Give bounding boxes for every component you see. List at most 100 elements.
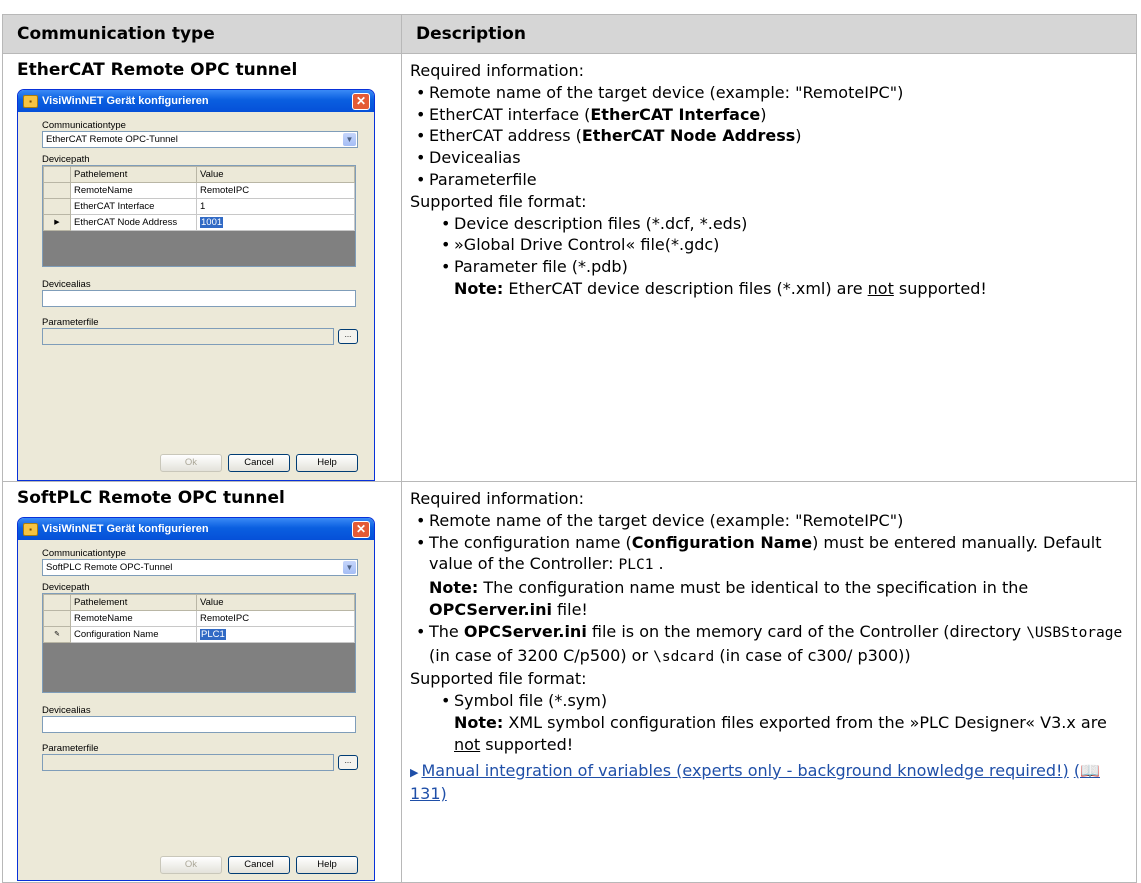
- parameterfile-label: Parameterfile: [42, 743, 99, 754]
- config-dialog: ▪ VisiWinNET Gerät konfigurieren ✕ Commu…: [17, 517, 375, 881]
- browse-button[interactable]: ...: [338, 329, 358, 344]
- list-item: • Devicealias: [416, 148, 521, 168]
- description-cell: Required information: • Remote name of th…: [401, 481, 1137, 883]
- list-item: • Parameter file (*.pdb) Note: EtherCAT d…: [441, 257, 987, 298]
- dialog-titlebar: ▪ VisiWinNET Gerät konfigurieren ✕: [18, 518, 374, 540]
- type-cell: EtherCAT Remote OPC tunnel ▪ VisiWinNET …: [2, 53, 402, 482]
- dialog-title: VisiWinNET Gerät konfigurieren: [42, 95, 209, 107]
- grid-row[interactable]: ✎ Configuration Name PLC1: [43, 626, 355, 643]
- list-item: • Device description files (*.dcf, *.eds): [441, 213, 748, 233]
- manual-integration-link[interactable]: ▶ Manual integration of variables (expert…: [410, 760, 1126, 806]
- list-item: • »Global Drive Control« file(*.gdc): [441, 235, 720, 255]
- dialog-title: VisiWinNET Gerät konfigurieren: [42, 523, 209, 535]
- grid-row[interactable]: RemoteName RemoteIPC: [43, 182, 355, 199]
- devicepath-label: Devicepath: [42, 582, 90, 593]
- close-icon[interactable]: ✕: [352, 93, 370, 110]
- supported-format-list: • Device description files (*.dcf, *.eds)…: [410, 213, 1126, 300]
- parameterfile-input[interactable]: [42, 754, 334, 771]
- current-row-icon[interactable]: ▶: [43, 214, 71, 231]
- col-value: Value: [196, 166, 355, 183]
- pathelement-cell: RemoteName: [70, 610, 197, 627]
- list-item: • The configuration name (Configuration N…: [416, 532, 1102, 619]
- required-info-list: • Remote name of the target device (examp…: [410, 510, 1126, 669]
- list-item: • Parameterfile: [416, 169, 537, 189]
- devicepath-grid: Pathelement Value RemoteName RemoteIPC E…: [42, 165, 356, 267]
- dialog-titlebar: ▪ VisiWinNET Gerät konfigurieren ✕: [18, 90, 374, 112]
- header-description: Description: [401, 14, 1137, 54]
- communicationtype-select[interactable]: EtherCAT Remote OPC-Tunnel ▼: [42, 131, 358, 148]
- list-item: • Remote name of the target device (examp…: [416, 510, 904, 530]
- row-header[interactable]: [43, 182, 71, 199]
- col-pathelement: Pathelement: [70, 166, 197, 183]
- table-row: SoftPLC Remote OPC tunnel ▪ VisiWinNET G…: [2, 481, 1137, 883]
- app-icon: ▪: [23, 95, 38, 108]
- devicepath-grid: Pathelement Value RemoteName RemoteIPC ✎…: [42, 593, 356, 693]
- grid-row[interactable]: ▶ EtherCAT Node Address 1001: [43, 214, 355, 231]
- value-cell[interactable]: RemoteIPC: [196, 182, 355, 199]
- row-header[interactable]: [43, 198, 71, 215]
- dialog-buttons: Ok Cancel Help: [160, 454, 358, 472]
- close-icon[interactable]: ✕: [352, 521, 370, 538]
- list-item: • Symbol file (*.sym) Note: XML symbol co…: [441, 691, 1107, 754]
- col-value: Value: [196, 594, 355, 611]
- list-item: • EtherCAT interface (EtherCAT Interface): [416, 104, 767, 124]
- pathelement-cell: RemoteName: [70, 182, 197, 199]
- list-item: • EtherCAT address (EtherCAT Node Address…: [416, 126, 802, 146]
- chevron-down-icon[interactable]: ▼: [343, 133, 356, 146]
- value-cell[interactable]: 1: [196, 198, 355, 215]
- devicealias-label: Devicealias: [42, 279, 91, 290]
- type-cell: SoftPLC Remote OPC tunnel ▪ VisiWinNET G…: [2, 481, 402, 883]
- type-title: EtherCAT Remote OPC tunnel: [17, 60, 298, 80]
- table-row: EtherCAT Remote OPC tunnel ▪ VisiWinNET …: [2, 53, 1137, 482]
- communication-type-table: Communication type Description EtherCAT …: [2, 14, 1137, 883]
- cancel-button[interactable]: Cancel: [228, 856, 290, 874]
- value-selected[interactable]: PLC1: [200, 629, 226, 640]
- note: Note: The configuration name must be ide…: [429, 578, 1029, 619]
- pathelement-cell: EtherCAT Node Address: [70, 214, 197, 231]
- pathelement-cell: Configuration Name: [70, 626, 197, 643]
- pencil-icon[interactable]: ✎: [43, 626, 71, 643]
- help-button[interactable]: Help: [296, 454, 358, 472]
- help-button[interactable]: Help: [296, 856, 358, 874]
- ok-button[interactable]: Ok: [160, 856, 222, 874]
- parameterfile-row: ...: [42, 754, 358, 771]
- devicealias-input[interactable]: [42, 290, 356, 307]
- type-title: SoftPLC Remote OPC tunnel: [17, 488, 285, 508]
- app-icon: ▪: [23, 523, 38, 536]
- col-pathelement: Pathelement: [70, 594, 197, 611]
- required-info-label: Required information:: [410, 489, 585, 508]
- communicationtype-select[interactable]: SoftPLC Remote OPC-Tunnel ▼: [42, 559, 358, 576]
- communicationtype-value: SoftPLC Remote OPC-Tunnel: [46, 562, 173, 573]
- devicepath-label: Devicepath: [42, 154, 90, 165]
- communicationtype-label: Communicationtype: [42, 120, 126, 131]
- value-cell[interactable]: 1001: [196, 214, 355, 231]
- required-info-list: • Remote name of the target device (examp…: [410, 82, 1126, 191]
- grid-row[interactable]: EtherCAT Interface 1: [43, 198, 355, 215]
- supported-format-label: Supported file format:: [410, 191, 587, 211]
- list-item: • Remote name of the target device (examp…: [416, 82, 904, 102]
- description-cell: Required information: • Remote name of th…: [401, 53, 1137, 482]
- chevron-down-icon[interactable]: ▼: [343, 561, 356, 574]
- ok-button[interactable]: Ok: [160, 454, 222, 472]
- parameterfile-input[interactable]: [42, 328, 334, 345]
- parameterfile-label: Parameterfile: [42, 317, 99, 328]
- cancel-button[interactable]: Cancel: [228, 454, 290, 472]
- row-header[interactable]: [43, 610, 71, 627]
- devicealias-input[interactable]: [42, 716, 356, 733]
- dialog-buttons: Ok Cancel Help: [160, 856, 358, 874]
- value-selected[interactable]: 1001: [200, 217, 224, 228]
- browse-button[interactable]: ...: [338, 755, 358, 770]
- dialog-body: Communicationtype SoftPLC Remote OPC-Tun…: [18, 540, 374, 771]
- parameterfile-row: ...: [42, 328, 358, 345]
- value-cell[interactable]: PLC1: [196, 626, 355, 643]
- value-cell[interactable]: RemoteIPC: [196, 610, 355, 627]
- pathelement-cell: EtherCAT Interface: [70, 198, 197, 215]
- grid-corner: [43, 594, 71, 611]
- config-dialog: ▪ VisiWinNET Gerät konfigurieren ✕ Commu…: [17, 89, 375, 481]
- supported-format-label: Supported file format:: [410, 669, 587, 689]
- header-communication-type: Communication type: [2, 14, 402, 54]
- dialog-body: Communicationtype EtherCAT Remote OPC-Tu…: [18, 112, 374, 345]
- note: Note: EtherCAT device description files …: [454, 278, 987, 298]
- communicationtype-label: Communicationtype: [42, 548, 126, 559]
- grid-row[interactable]: RemoteName RemoteIPC: [43, 610, 355, 627]
